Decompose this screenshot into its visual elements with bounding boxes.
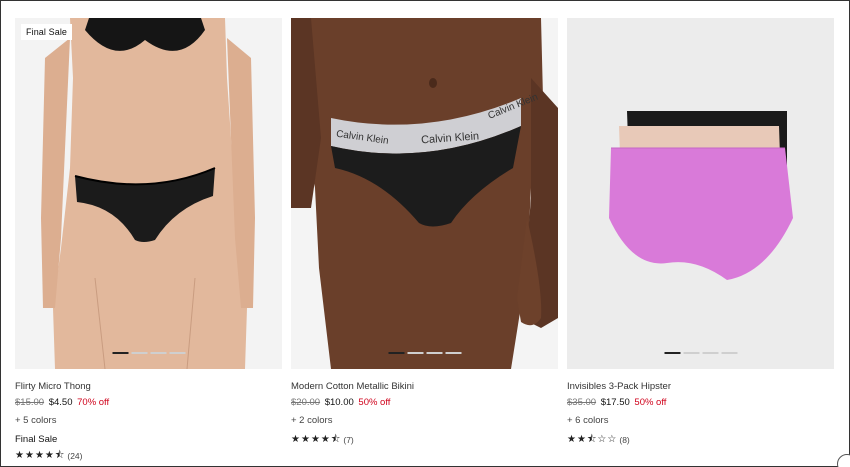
price-row: $35.00 $17.50 50% off (567, 397, 834, 409)
review-count: (24) (67, 451, 83, 461)
color-count[interactable]: + 2 colors (291, 415, 558, 427)
final-sale-label: Final Sale (15, 434, 58, 445)
star-full-icon: ★ (291, 434, 300, 445)
star-full-icon: ★ (576, 434, 586, 445)
final-sale-badge: Final Sale (21, 24, 73, 40)
carousel-dot[interactable] (150, 352, 166, 354)
star-rating: ★ ★ ★ ★ ⯪ (291, 435, 340, 445)
product-card-flirty-micro-thong[interactable]: Final Sale Flirty Micro Thong $15.00 $4.… (15, 18, 282, 462)
product-card-invisibles-3-pack-hipster[interactable]: Invisibles 3-Pack Hipster $35.00 $17.50 … (567, 18, 834, 446)
star-half-icon: ⯪ (54, 450, 65, 461)
carousel-dot[interactable] (664, 352, 680, 354)
star-full-icon: ★ (310, 434, 320, 445)
star-empty-icon: ☆ (607, 434, 617, 445)
price-row: $20.00 $10.00 50% off (291, 397, 558, 409)
color-count[interactable]: + 6 colors (567, 415, 834, 427)
product-image[interactable]: Calvin Klein Calvin Klein Calvin Klein (291, 18, 558, 369)
rating[interactable]: ★ ★ ⯪ ☆ ☆ (8) (567, 434, 834, 446)
carousel-dots (112, 352, 185, 354)
sale-price: $17.50 (600, 397, 630, 408)
carousel-dot[interactable] (721, 352, 737, 354)
product-image[interactable] (567, 18, 834, 369)
rating[interactable]: ★ ★ ★ ★ ⯪ (24) (15, 450, 282, 462)
product-image[interactable]: Final Sale (15, 18, 282, 369)
review-count: (7) (343, 435, 354, 445)
carousel-dot[interactable] (169, 352, 185, 354)
sale-price: $10.00 (324, 397, 354, 408)
carousel-dot[interactable] (445, 352, 461, 354)
star-full-icon: ★ (320, 434, 330, 445)
star-rating: ★ ★ ★ ★ ⯪ (15, 451, 64, 461)
original-price: $20.00 (291, 397, 321, 408)
product-grid: Final Sale Flirty Micro Thong $15.00 $4.… (0, 0, 850, 467)
star-full-icon: ★ (15, 450, 24, 461)
carousel-dot[interactable] (407, 352, 423, 354)
star-full-icon: ★ (44, 450, 54, 461)
star-half-icon: ⯪ (586, 434, 597, 445)
carousel-dots (664, 352, 737, 354)
carousel-dot[interactable] (388, 352, 404, 354)
product-photo-model-thong (15, 18, 282, 369)
sale-price: $4.50 (48, 397, 73, 408)
star-empty-icon: ☆ (597, 434, 607, 445)
discount-label: 50% off (358, 397, 391, 408)
product-photo-3-pack-hipster (567, 18, 834, 369)
star-rating: ★ ★ ⯪ ☆ ☆ (567, 435, 616, 445)
star-half-icon: ⯪ (330, 434, 341, 445)
color-count[interactable]: + 5 colors (15, 415, 282, 427)
review-count: (8) (619, 435, 630, 445)
carousel-dot[interactable] (131, 352, 147, 354)
carousel-dot[interactable] (426, 352, 442, 354)
star-full-icon: ★ (34, 450, 44, 461)
product-card-modern-cotton-metallic-bikini[interactable]: Calvin Klein Calvin Klein Calvin Klein M… (291, 18, 558, 446)
product-photo-model-bikini: Calvin Klein Calvin Klein Calvin Klein (291, 18, 558, 369)
carousel-dot[interactable] (702, 352, 718, 354)
scroll-circle-button[interactable] (837, 454, 850, 467)
original-price: $35.00 (567, 397, 597, 408)
product-name[interactable]: Modern Cotton Metallic Bikini (291, 381, 558, 393)
carousel-dot[interactable] (683, 352, 699, 354)
discount-label: 50% off (634, 397, 667, 408)
star-full-icon: ★ (567, 434, 576, 445)
carousel-dot[interactable] (112, 352, 128, 354)
original-price: $15.00 (15, 397, 45, 408)
discount-label: 70% off (77, 397, 110, 408)
price-row: $15.00 $4.50 70% off (15, 397, 282, 409)
star-full-icon: ★ (24, 450, 34, 461)
rating[interactable]: ★ ★ ★ ★ ⯪ (7) (291, 434, 558, 446)
product-name[interactable]: Invisibles 3-Pack Hipster (567, 381, 834, 393)
product-name[interactable]: Flirty Micro Thong (15, 381, 282, 393)
carousel-dots (388, 352, 461, 354)
star-full-icon: ★ (300, 434, 310, 445)
